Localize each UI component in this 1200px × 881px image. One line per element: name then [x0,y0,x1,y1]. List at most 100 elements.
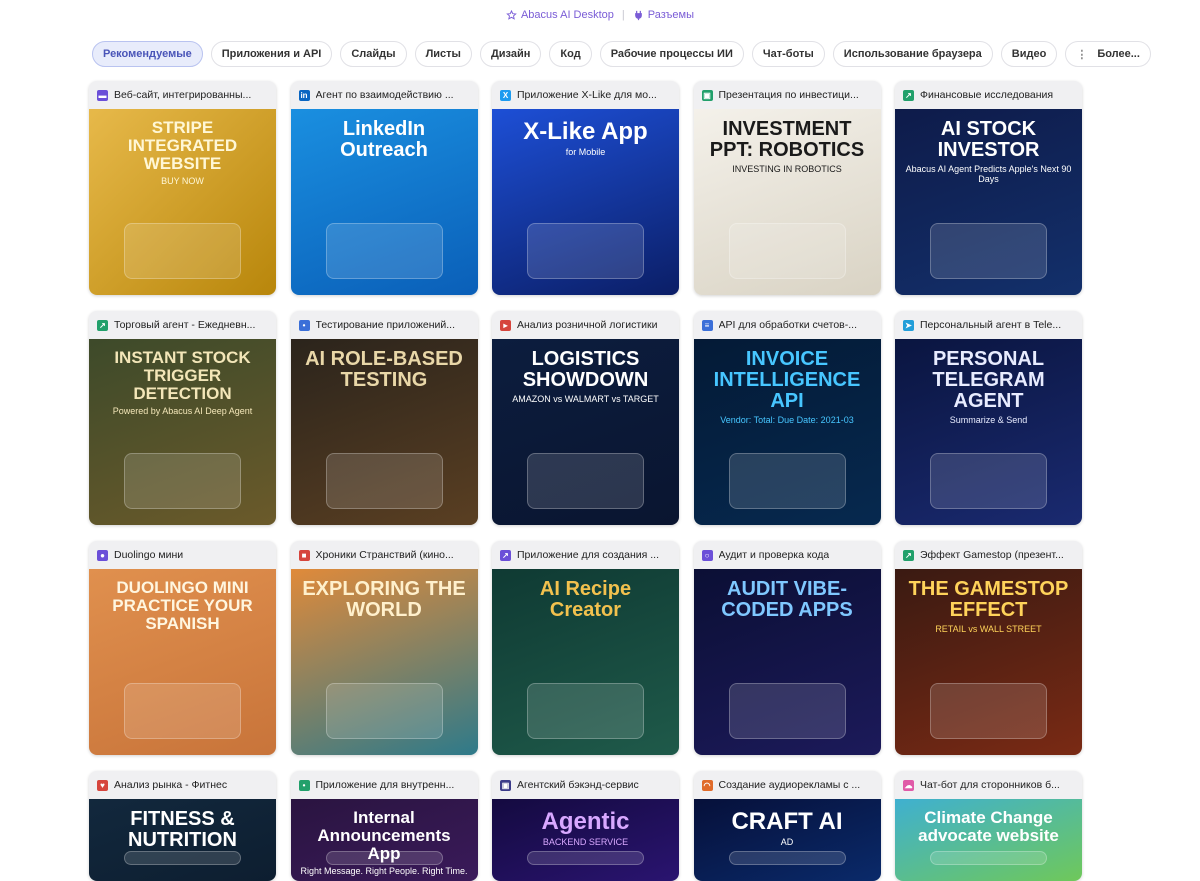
thumbnail-title: DUOLINGO MINI PRACTICE YOUR SPANISH [112,578,253,633]
thumbnail-subtitle: Abacus AI Agent Predicts Apple's Next 90… [905,164,1072,184]
tab-label: Использование браузера [843,48,982,60]
template-card[interactable]: X Приложение X-Like для мо... X-Like App fo… [492,81,679,295]
card-header: ≡ API для обработки счетов-... [693,311,881,339]
template-card[interactable]: ■ Хроники Странствий (кино... EXPLORING TH… [290,541,478,755]
thumbnail-illustration [325,683,443,739]
connectors-link[interactable]: Разъемы [633,9,694,21]
chart-icon: ↗ [903,89,914,101]
template-grid: ▬ Веб-сайт, интегрированны... STRIPE INTEG… [89,81,1082,881]
thumbnail-title: STRIPE INTEGRATED WEBSITE [127,118,238,173]
top-links: Abacus AI Desktop | Разъемы [0,9,1200,21]
thumbnail-title: LinkedIn Outreach [340,118,428,161]
thumbnail-illustration [325,223,443,279]
template-card[interactable]: • Тестирование приложений... AI ROLE-BASED… [290,311,478,525]
template-card[interactable]: ◠ Создание аудиорекламы с ... CRAFT AI AD [693,771,881,881]
template-card[interactable]: ↗ Приложение для создания ... AI Recipe Cr… [492,541,679,755]
thumbnail-illustration [124,223,241,279]
card-header: ○ Аудит и проверка кода [693,541,881,569]
template-card[interactable]: ▣ Презентация по инвестици... INVESTMENT P… [693,81,881,295]
tab-0[interactable]: Рекомендуемые [92,41,203,67]
card-thumbnail: PERSONAL TELEGRAM AGENT Summarize & Send [895,339,1082,525]
thumbnail-title: Agentic [541,808,630,835]
template-card[interactable]: ≡ API для обработки счетов-... INVOICE INT… [693,311,881,525]
tab-label: Код [560,48,581,60]
tab-label: Листы [425,48,461,60]
thumbnail-subtitle: AD [780,837,794,848]
tab-1[interactable]: Приложения и API [210,41,333,67]
heart-icon: ♥ [97,779,108,791]
tab-10[interactable]: ⋮ Более... [1065,41,1151,67]
template-card[interactable]: ○ Аудит и проверка кода AUDIT VIBE-CODED A… [693,541,881,755]
tab-label: Рабочие процессы ИИ [610,48,733,60]
template-card[interactable]: ☁ Чат-бот для сторонников б... Climate Cha… [895,771,1082,881]
thumbnail-subtitle: BUY NOW [161,175,204,186]
template-card[interactable]: ↗ Эффект Gamestop (презент... THE GAMESTOP… [895,541,1082,755]
thumbnail-title: AUDIT VIBE-CODED APPS [721,578,853,621]
search-icon: ○ [701,549,713,561]
tab-label: Чат-боты [762,48,814,60]
people-icon: • [298,779,310,791]
card-header: ◠ Создание аудиорекламы с ... [693,771,881,799]
template-card[interactable]: ▸ Анализ розничной логистики LOGISTICS SHO… [492,311,679,525]
thumbnail-title: AI STOCK INVESTOR [937,118,1040,161]
thumbnail-subtitle: Right Message. Right People. Right Time. [300,865,468,876]
card-thumbnail: THE GAMESTOP EFFECT RETAIL vs WALL STREET [895,569,1082,755]
thumbnail-title: AI ROLE-BASED TESTING [305,348,463,391]
template-card[interactable]: ● Duolingo мини DUOLINGO MINI PRACTICE YOU… [89,541,276,755]
thumbnail-illustration [728,223,846,279]
thumbnail-illustration [527,683,644,739]
chart-icon: ↗ [500,549,511,561]
globe-icon: ● [97,549,108,561]
tab-label: Видео [1011,48,1047,60]
thumbnail-illustration [527,851,644,865]
thumbnail-illustration [728,683,846,739]
template-card[interactable]: • Приложение для внутренн... Internal Anno… [290,771,478,881]
tab-8[interactable]: Использование браузера [832,41,993,67]
abacus-desktop-link[interactable]: Abacus AI Desktop [506,9,614,21]
chart-icon: ↗ [97,319,108,331]
connectors-label: Разъемы [647,9,695,21]
tab-label: Дизайн [490,48,531,60]
card-header: ↗ Торговый агент - Ежедневн... [89,311,276,339]
tab-3[interactable]: Листы [414,41,472,67]
thumbnail-illustration [325,851,443,865]
tab-7[interactable]: Чат-боты [751,41,825,67]
thumbnail-illustration [124,851,241,865]
card-thumbnail: EXPLORING THE WORLD [290,569,478,755]
card-title: Веб-сайт, интегрированны... [114,89,252,101]
tab-6[interactable]: Рабочие процессы ИИ [599,41,744,67]
doc-icon: ≡ [701,319,713,331]
template-card[interactable]: ↗ Торговый агент - Ежедневн... INSTANT STO… [89,311,276,525]
card-thumbnail: STRIPE INTEGRATED WEBSITE BUY NOW [89,109,276,295]
thumbnail-title: PERSONAL TELEGRAM AGENT [932,348,1045,412]
card-icon: ▬ [97,89,108,101]
thumbnail-illustration [124,453,241,509]
tab-2[interactable]: Слайды [340,41,407,67]
template-card[interactable]: ➤ Персональный агент в Tele... PERSONAL TE… [895,311,1082,525]
tab-9[interactable]: Видео [1000,41,1058,67]
thumbnail-illustration [728,851,846,865]
template-card[interactable]: ↗ Финансовые исследования AI STOCK INVESTO… [895,81,1082,295]
template-card[interactable]: in Агент по взаимодействию ... LinkedIn Ou… [290,81,478,295]
tab-4[interactable]: Дизайн [479,41,542,67]
card-header: ● Duolingo мини [89,541,276,569]
card-header: X Приложение X-Like для мо... [492,81,679,109]
tab-5[interactable]: Код [549,41,592,67]
thumbnail-subtitle: BACKEND SERVICE [542,837,629,848]
category-tabs: Рекомендуемые Приложения и API Слайды Листы… [92,41,1151,67]
template-card[interactable]: ♥ Анализ рынка - Фитнес FITNESS & NUTRITIO… [89,771,276,881]
card-title: API для обработки счетов-... [718,319,858,331]
card-title: Финансовые исследования [920,89,1054,101]
template-card[interactable]: ▣ Агентский бэкэнд-сервис Agentic BACKEND S… [492,771,679,881]
card-thumbnail: INSTANT STOCK TRIGGER DETECTION Powered b… [89,339,276,525]
card-header: in Агент по взаимодействию ... [290,81,478,109]
tab-label: Рекомендуемые [103,48,192,60]
card-title: Приложение для создания ... [517,549,660,561]
card-thumbnail: FITNESS & NUTRITION [89,799,276,881]
card-header: ☁ Чат-бот для сторонников б... [895,771,1082,799]
card-thumbnail: LOGISTICS SHOWDOWN AMAZON vs WALMART vs T… [492,339,679,525]
template-card[interactable]: ▬ Веб-сайт, интегрированны... STRIPE INTEG… [89,81,276,295]
card-header: ■ Хроники Странствий (кино... [290,541,478,569]
thumbnail-title: Climate Change advocate website [918,808,1059,845]
card-title: Агентский бэкэнд-сервис [517,779,639,791]
